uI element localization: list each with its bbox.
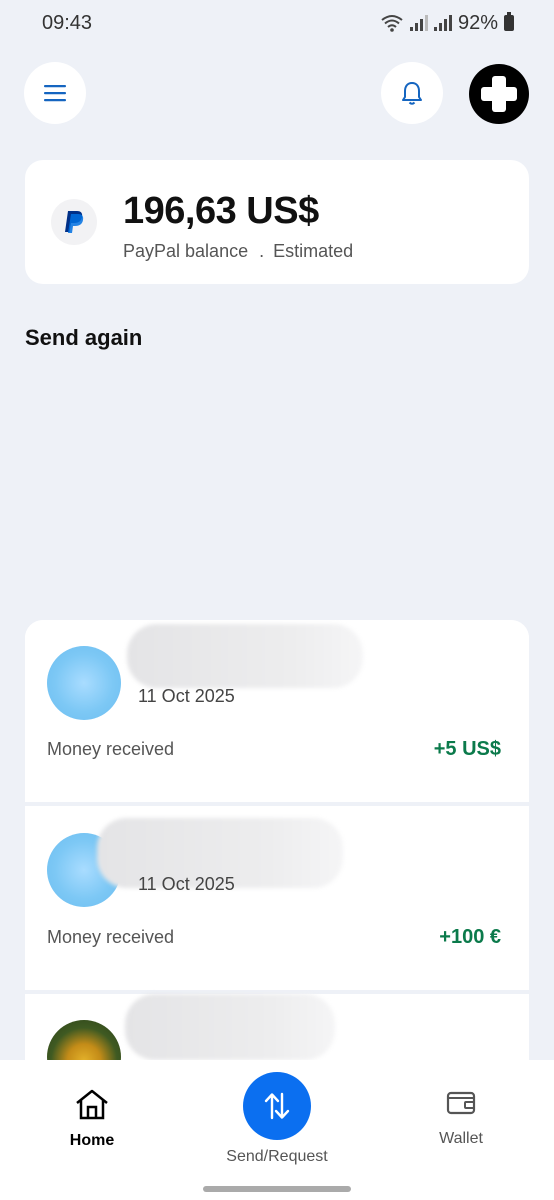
transaction-date: 11 Oct 2025 [138, 686, 235, 706]
menu-button[interactable] [24, 62, 86, 124]
menu-icon [44, 85, 66, 102]
battery-percent: 92% [457, 11, 498, 34]
home-icon [76, 1089, 108, 1120]
redacted-name [127, 624, 363, 688]
status-icons: 92% [380, 12, 514, 35]
signal-icon-2 [433, 15, 452, 31]
transaction-amount: +100 € [439, 926, 501, 948]
add-button[interactable] [469, 64, 529, 124]
transaction-type: Money received [47, 739, 175, 759]
nav-wallet-label: Wallet [439, 1130, 483, 1147]
home-indicator [203, 1186, 351, 1192]
redacted-name [125, 994, 335, 1060]
status-bar: 09:43 92% [0, 0, 554, 46]
transaction-amount: +5 US$ [433, 738, 501, 760]
balance-subtitle: PayPal balance . Estimated [123, 241, 353, 262]
notifications-button[interactable] [381, 62, 443, 124]
avatar [47, 646, 121, 720]
balance-estimated: Estimated [273, 241, 354, 261]
nav-wallet[interactable]: Wallet [421, 1088, 501, 1148]
battery-icon [504, 12, 514, 31]
send-request-button[interactable] [243, 1072, 311, 1140]
bell-icon [402, 82, 422, 105]
wifi-icon [381, 15, 403, 32]
transaction-item[interactable]: 11 Oct 2025 Money received +100 € [25, 806, 529, 990]
nav-home-label: Home [69, 1132, 115, 1149]
balance-amount: 196,63 US$ [123, 190, 319, 232]
nav-home[interactable]: Home [52, 1088, 132, 1150]
nav-send-request-label[interactable]: Send/Request [200, 1148, 354, 1166]
add-icon [481, 76, 517, 112]
balance-label: PayPal balance [123, 241, 249, 261]
signal-icon [409, 15, 428, 31]
bottom-nav: Home Send/Request Wallet [0, 1060, 554, 1200]
transaction-type: Money received [47, 927, 175, 947]
swap-arrows-icon [264, 1092, 290, 1120]
wallet-icon [446, 1091, 476, 1115]
balance-card[interactable]: 196,63 US$ PayPal balance . Estimated [25, 160, 529, 284]
transaction-item[interactable]: 11 Oct 2025 Money received +5 US$ [25, 620, 529, 802]
send-again-title: Send again [25, 325, 143, 350]
activity-card: 11 Oct 2025 Money received +5 US$ 11 Oct… [25, 620, 529, 1080]
balance-separator: . [259, 241, 265, 261]
paypal-logo-icon [51, 199, 97, 245]
transaction-date: 11 Oct 2025 [138, 874, 235, 894]
status-time: 09:43 [42, 11, 93, 34]
